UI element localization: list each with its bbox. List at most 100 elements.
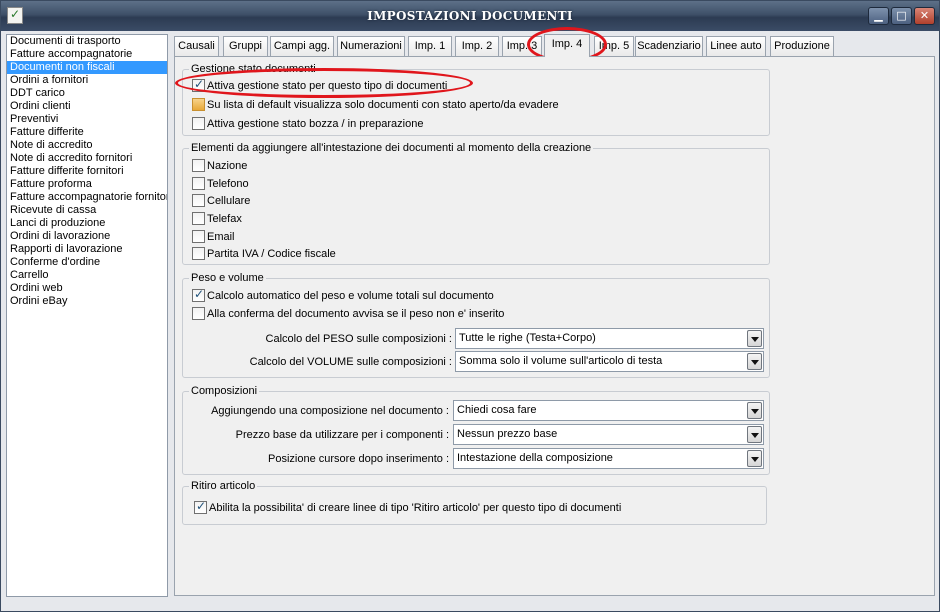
close-button[interactable]: ✕ <box>914 7 935 25</box>
sidebar-item-ordini-a-fornitori[interactable]: Ordini a fornitori <box>7 74 167 87</box>
lista-default-checkbox[interactable] <box>192 98 205 111</box>
calcolo-automatico-checkbox[interactable] <box>192 287 205 302</box>
sidebar-item-fatture-accompagnatorie-fornitori[interactable]: Fatture accompagnatorie fornitori <box>7 191 167 204</box>
checkbox-row-calcolo-automatico[interactable]: Calcolo automatico del peso e volume tot… <box>192 287 494 304</box>
avvisa-peso-label: Alla conferma del documento avvisa se il… <box>207 308 505 320</box>
group-ritiro-articolo: Ritiro articolo Abilita la possibilita' … <box>182 479 767 525</box>
prezzo-base-value: Nessun prezzo base <box>457 428 558 440</box>
checkbox-row-telefono[interactable]: Telefono <box>192 177 249 192</box>
tab-produzione[interactable]: Produzione <box>770 36 834 57</box>
tab-imp-4[interactable]: Imp. 4 <box>544 34 590 57</box>
chevron-down-icon[interactable] <box>747 450 762 467</box>
sidebar-item-note-di-accredito-fornitori[interactable]: Note di accredito fornitori <box>7 152 167 165</box>
prezzo-base-select[interactable]: Nessun prezzo base <box>453 424 764 445</box>
calcolo-peso-value: Tutte le righe (Testa+Corpo) <box>459 332 596 344</box>
sidebar-item-note-di-accredito[interactable]: Note di accredito <box>7 139 167 152</box>
settings-window: IMPOSTAZIONI DOCUMENTI ▁ □ ✕ Documenti d… <box>0 0 940 612</box>
minimize-button[interactable]: ▁ <box>868 7 889 25</box>
tab-imp-1[interactable]: Imp. 1 <box>408 36 452 57</box>
sidebar-item-carrello[interactable]: Carrello <box>7 269 167 282</box>
settings-tab-strip: Causali Gruppi Campi agg. Numerazioni Im… <box>174 34 940 57</box>
calcolo-peso-select[interactable]: Tutte le righe (Testa+Corpo) <box>455 328 764 349</box>
group-legend-peso-volume: Peso e volume <box>189 271 266 285</box>
sidebar-item-fatture-differite[interactable]: Fatture differite <box>7 126 167 139</box>
sidebar-item-ricevute-di-cassa[interactable]: Ricevute di cassa <box>7 204 167 217</box>
sidebar-item-fatture-differite-fornitori[interactable]: Fatture differite fornitori <box>7 165 167 178</box>
sidebar-item-ordini-clienti[interactable]: Ordini clienti <box>7 100 167 113</box>
checkbox-row-avvisa-peso[interactable]: Alla conferma del documento avvisa se il… <box>192 307 504 322</box>
chevron-down-icon[interactable] <box>747 402 762 419</box>
sidebar-item-documenti-non-fiscali[interactable]: Documenti non fiscali <box>7 61 167 74</box>
stato-bozza-checkbox[interactable] <box>192 117 205 130</box>
stato-bozza-label: Attiva gestione stato bozza / in prepara… <box>207 118 424 130</box>
checkbox-row-lista-default[interactable]: Su lista di default visualizza solo docu… <box>192 98 559 113</box>
aggiungendo-composizione-value: Chiedi cosa fare <box>457 404 537 416</box>
telefono-label: Telefono <box>207 178 249 190</box>
checkbox-row-ritiro-articolo[interactable]: Abilita la possibilita' di creare linee … <box>194 499 622 516</box>
sidebar-item-rapporti-di-lavorazione[interactable]: Rapporti di lavorazione <box>7 243 167 256</box>
tab-linee-auto[interactable]: Linee auto <box>706 36 766 57</box>
telefax-checkbox[interactable] <box>192 212 205 225</box>
avvisa-peso-checkbox[interactable] <box>192 307 205 320</box>
chevron-down-icon[interactable] <box>747 426 762 443</box>
posizione-cursore-select[interactable]: Intestazione della composizione <box>453 448 764 469</box>
checkbox-row-cellulare[interactable]: Cellulare <box>192 194 250 209</box>
group-gestione-stato: Gestione stato documenti Attiva gestione… <box>182 62 770 136</box>
cellulare-label: Cellulare <box>207 195 251 207</box>
title-bar[interactable]: IMPOSTAZIONI DOCUMENTI ▁ □ ✕ <box>1 1 939 31</box>
checkbox-row-partita-iva[interactable]: Partita IVA / Codice fiscale <box>192 247 336 262</box>
sidebar-item-lanci-di-produzione[interactable]: Lanci di produzione <box>7 217 167 230</box>
group-peso-volume: Peso e volume Calcolo automatico del pes… <box>182 271 770 378</box>
sidebar-item-documenti-di-trasporto[interactable]: Documenti di trasporto <box>7 35 167 48</box>
posizione-cursore-label: Posizione cursore dopo inserimento : <box>268 453 449 465</box>
email-label: Email <box>207 231 235 243</box>
sidebar-item-ddt-carico[interactable]: DDT carico <box>7 87 167 100</box>
aggiungendo-composizione-select[interactable]: Chiedi cosa fare <box>453 400 764 421</box>
attiva-gestione-stato-checkbox[interactable] <box>192 77 205 92</box>
tab-imp-2[interactable]: Imp. 2 <box>455 36 499 57</box>
maximize-button[interactable]: □ <box>891 7 912 25</box>
tab-campi-agg[interactable]: Campi agg. <box>270 36 334 57</box>
telefono-checkbox[interactable] <box>192 177 205 190</box>
ritiro-articolo-checkbox[interactable] <box>194 499 207 514</box>
checkbox-row-attiva-gestione-stato[interactable]: Attiva gestione stato per questo tipo di… <box>192 77 447 94</box>
checkbox-row-telefax[interactable]: Telefax <box>192 212 242 227</box>
prezzo-base-label: Prezzo base da utilizzare per i componen… <box>235 429 449 441</box>
document-type-list[interactable]: Documenti di trasporto Fatture accompagn… <box>6 34 168 597</box>
sidebar-item-ordini-web[interactable]: Ordini web <box>7 282 167 295</box>
posizione-cursore-value: Intestazione della composizione <box>457 452 613 464</box>
sidebar-item-conferme-d-ordine[interactable]: Conferme d'ordine <box>7 256 167 269</box>
tab-numerazioni[interactable]: Numerazioni <box>337 36 405 57</box>
checkbox-row-email[interactable]: Email <box>192 230 235 245</box>
sidebar-item-fatture-accompagnatorie[interactable]: Fatture accompagnatorie <box>7 48 167 61</box>
email-checkbox[interactable] <box>192 230 205 243</box>
partita-iva-label: Partita IVA / Codice fiscale <box>207 248 336 260</box>
cellulare-checkbox[interactable] <box>192 194 205 207</box>
calcolo-volume-label: Calcolo del VOLUME sulle composizioni : <box>249 356 452 368</box>
chevron-down-icon[interactable] <box>747 353 762 370</box>
sidebar-item-preventivi[interactable]: Preventivi <box>7 113 167 126</box>
tab-imp-5[interactable]: Imp. 5 <box>594 36 634 57</box>
sidebar-item-ordini-di-lavorazione[interactable]: Ordini di lavorazione <box>7 230 167 243</box>
group-legend-gestione-stato: Gestione stato documenti <box>189 62 318 76</box>
group-legend-ritiro-articolo: Ritiro articolo <box>189 479 258 493</box>
calcolo-volume-value: Somma solo il volume sull'articolo di te… <box>459 355 663 367</box>
tab-scadenziario[interactable]: Scadenziario <box>635 36 703 57</box>
nazione-checkbox[interactable] <box>192 159 205 172</box>
tab-causali[interactable]: Causali <box>174 36 219 57</box>
sidebar-item-ordini-ebay[interactable]: Ordini eBay <box>7 295 167 308</box>
ritiro-articolo-label: Abilita la possibilita' di creare linee … <box>209 502 622 514</box>
tab-imp-3[interactable]: Imp. 3 <box>502 36 542 57</box>
checkbox-row-nazione[interactable]: Nazione <box>192 159 247 174</box>
calcolo-volume-select[interactable]: Somma solo il volume sull'articolo di te… <box>455 351 764 372</box>
partita-iva-checkbox[interactable] <box>192 247 205 260</box>
calcolo-peso-label: Calcolo del PESO sulle composizioni : <box>265 333 452 345</box>
group-legend-composizioni: Composizioni <box>189 384 260 398</box>
checkbox-row-stato-bozza[interactable]: Attiva gestione stato bozza / in prepara… <box>192 117 423 132</box>
chevron-down-icon[interactable] <box>747 330 762 347</box>
sidebar-item-fatture-proforma[interactable]: Fatture proforma <box>7 178 167 191</box>
tab-gruppi[interactable]: Gruppi <box>223 36 268 57</box>
aggiungendo-composizione-label: Aggiungendo una composizione nel documen… <box>211 405 449 417</box>
tab-panel-imp-4: Gestione stato documenti Attiva gestione… <box>174 56 935 596</box>
telefax-label: Telefax <box>207 213 242 225</box>
